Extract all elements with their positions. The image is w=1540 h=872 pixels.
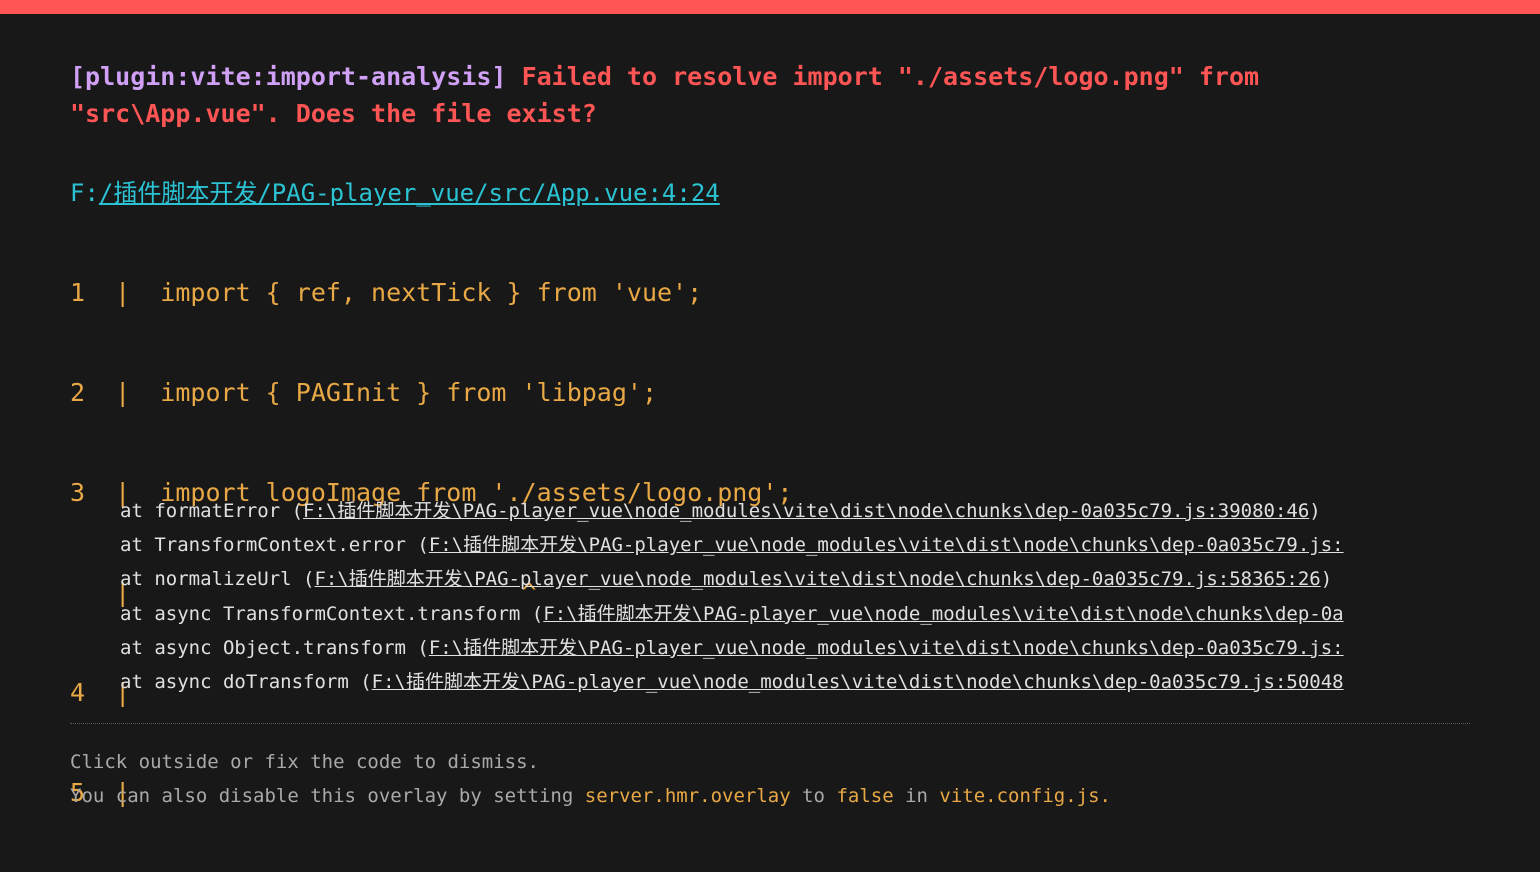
stack-end: ) xyxy=(1320,568,1333,591)
stack-trace: at formatError (F:\插件脚本开发\PAG-player_vue… xyxy=(120,494,1470,699)
tip-code-config-file: vite.config.js. xyxy=(939,785,1111,807)
tip-code-overlay-option: server.hmr.overlay xyxy=(584,785,791,807)
stack-location-link[interactable]: F:\插件脚本开发\PAG-player_vue\node_modules\vi… xyxy=(429,637,1344,659)
stack-function: at async doTransform ( xyxy=(120,670,372,693)
file-path-link[interactable]: /插件脚本开发/PAG-player_vue/src/App.vue:4:24 xyxy=(99,179,720,207)
stack-location-link[interactable]: F:\插件脚本开发\PAG-player_vue\node_modules\vi… xyxy=(314,568,1320,590)
tip-line-1: Click outside or fix the code to dismiss… xyxy=(70,751,539,773)
stack-location-link[interactable]: F:\插件脚本开发\PAG-player_vue\node_modules\vi… xyxy=(372,671,1344,693)
tip-text: in xyxy=(893,785,940,807)
plugin-name: [plugin:vite:import-analysis] xyxy=(70,62,507,91)
stack-function: at async TransformContext.transform ( xyxy=(120,602,544,625)
stack-function: at TransformContext.error ( xyxy=(120,534,429,557)
code-frame-line-2: 2 | import { PAGInit } from 'libpag'; xyxy=(70,378,657,407)
file-location: F:/插件脚本开发/PAG-player_vue/src/App.vue:4:2… xyxy=(70,176,720,210)
dismiss-tip: Click outside or fix the code to dismiss… xyxy=(70,745,1111,813)
stack-frame: at async doTransform (F:\插件脚本开发\PAG-play… xyxy=(120,665,1470,699)
stack-function: at async Object.transform ( xyxy=(120,636,429,659)
code-frame-line-1: 1 | import { ref, nextTick } from 'vue'; xyxy=(70,278,703,307)
stack-end: ) xyxy=(1309,500,1321,522)
stack-frame: at TransformContext.error (F:\插件脚本开发\PAG… xyxy=(120,528,1470,562)
stack-frame: at async TransformContext.transform (F:\… xyxy=(120,597,1470,631)
stack-location-link[interactable]: F:\插件脚本开发\PAG-player_vue\node_modules\vi… xyxy=(303,500,1309,522)
tip-code-false: false xyxy=(836,785,894,807)
stack-frame: at async Object.transform (F:\插件脚本开发\PAG… xyxy=(120,631,1470,665)
stack-function: at formatError ( xyxy=(120,500,304,522)
tip-line-2: You can also disable this overlay by set… xyxy=(70,779,1111,813)
stack-frame: at formatError (F:\插件脚本开发\PAG-player_vue… xyxy=(120,494,1470,528)
stack-location-link[interactable]: F:\插件脚本开发\PAG-player_vue\node_modules\vi… xyxy=(429,534,1344,556)
tip-text: You can also disable this overlay by set… xyxy=(70,785,585,807)
stack-location-link[interactable]: F:\插件脚本开发\PAG-player_vue\node_modules\vi… xyxy=(543,603,1343,625)
file-drive: F: xyxy=(70,179,99,207)
error-overlay: [plugin:vite:import-analysis] Failed to … xyxy=(0,0,1540,845)
tip-text: to xyxy=(790,785,837,807)
stack-function: at normalizeUrl ( xyxy=(120,568,315,591)
error-message: [plugin:vite:import-analysis] Failed to … xyxy=(70,58,1370,132)
stack-frame: at normalizeUrl (F:\插件脚本开发\PAG-player_vu… xyxy=(120,562,1470,596)
divider xyxy=(70,723,1470,724)
